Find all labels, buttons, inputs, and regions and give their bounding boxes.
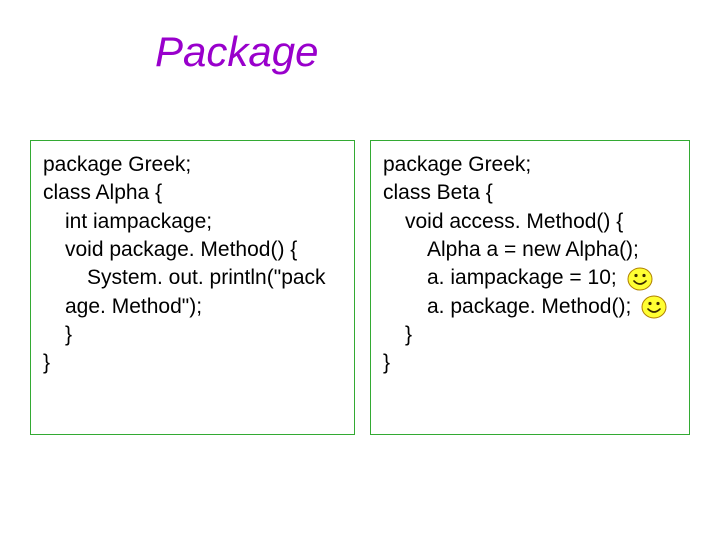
smiley-icon — [627, 266, 653, 292]
code-line: package Greek; — [43, 151, 342, 179]
code-text: a. iampackage = 10; — [427, 266, 617, 289]
code-line: Alpha a = new Alpha(); — [383, 236, 677, 264]
code-line: } — [383, 321, 677, 349]
code-line: int iampackage; — [43, 208, 342, 236]
slide-title: Package — [155, 28, 318, 76]
code-line: package Greek; — [383, 151, 677, 179]
code-line: a. package. Method(); — [383, 293, 677, 321]
code-line: void package. Method() { — [43, 236, 342, 264]
code-line: class Beta { — [383, 179, 677, 207]
code-line: } — [43, 321, 342, 349]
code-box-alpha: package Greek; class Alpha { int iampack… — [30, 140, 355, 435]
code-line: } — [43, 349, 342, 377]
code-line: class Alpha { — [43, 179, 342, 207]
code-box-beta: package Greek; class Beta { void access.… — [370, 140, 690, 435]
code-line: } — [383, 349, 677, 377]
code-text: a. package. Method(); — [427, 295, 631, 318]
code-line: void access. Method() { — [383, 208, 677, 236]
code-line: a. iampackage = 10; — [383, 264, 677, 292]
smiley-icon — [641, 294, 667, 320]
code-line: System. out. println("pack — [43, 264, 342, 292]
code-line: age. Method"); — [43, 293, 342, 321]
